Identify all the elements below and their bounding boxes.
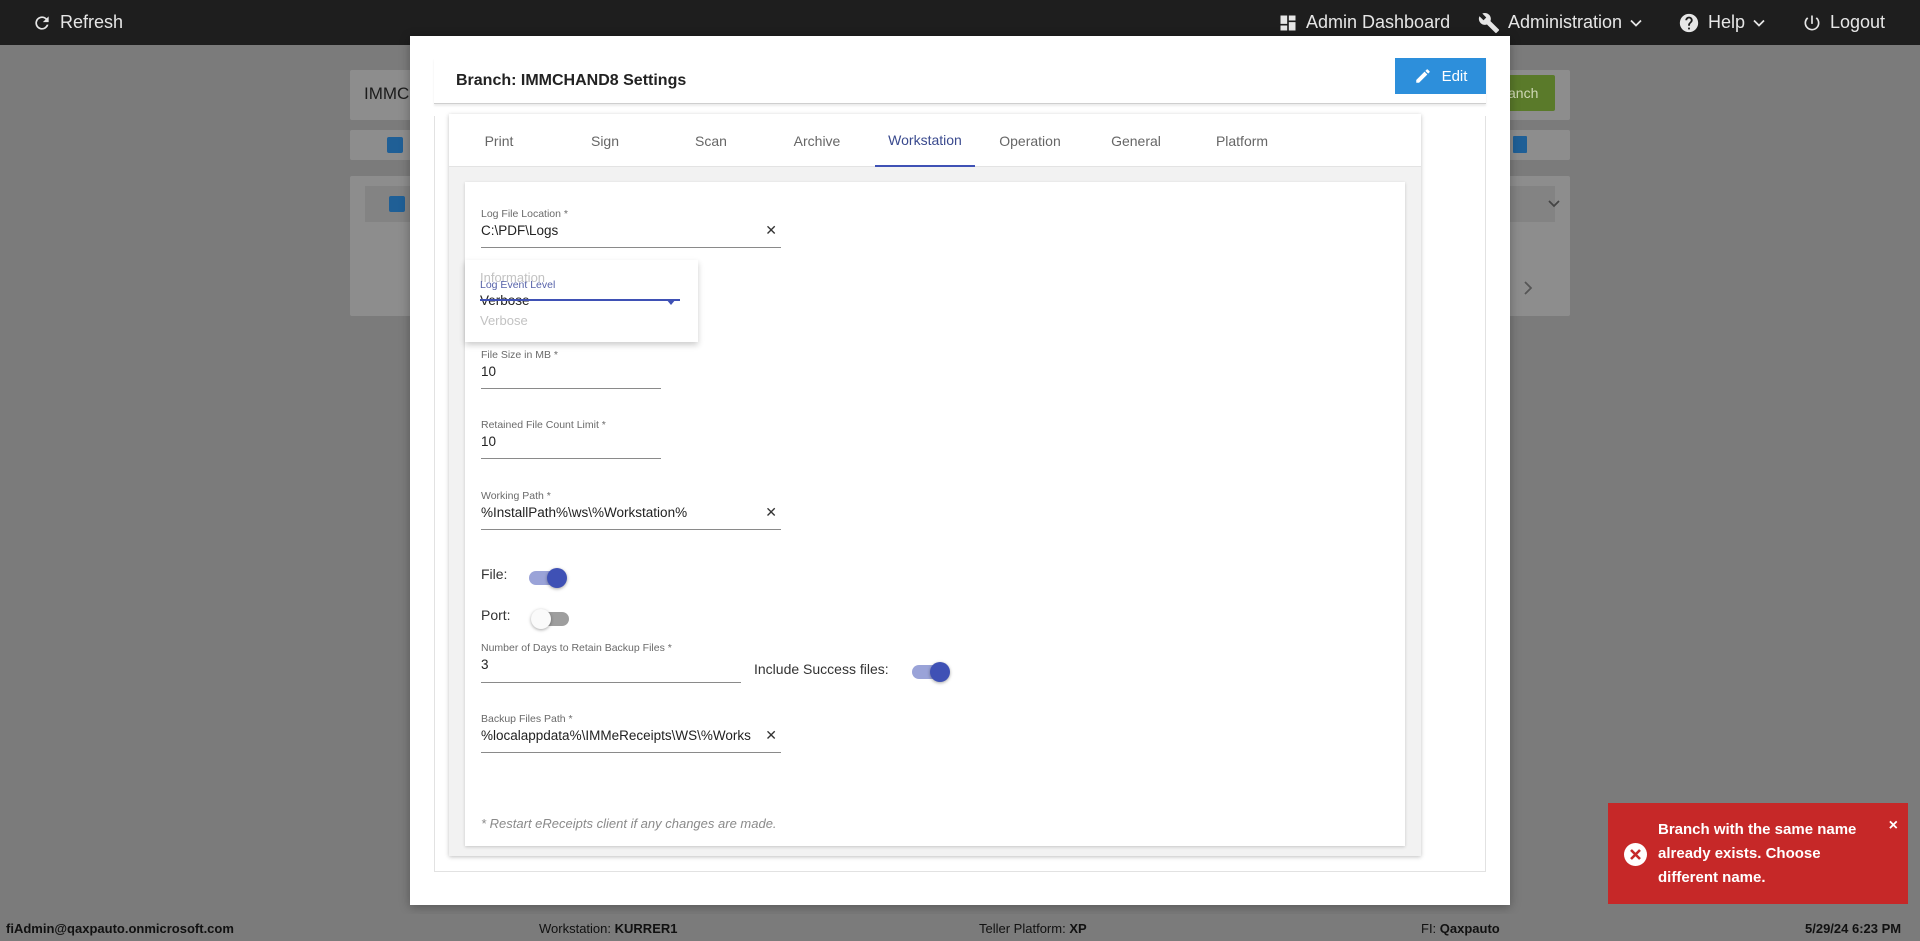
admin-dashboard-label: Admin Dashboard <box>1306 12 1451 32</box>
file-toggle[interactable] <box>529 568 567 588</box>
backup-path-input[interactable]: %localappdata%\IMMeReceipts\WS\%Works <box>481 728 761 743</box>
trash-icon <box>1513 136 1527 153</box>
file-size-field[interactable]: File Size in MB * 10 <box>481 349 661 389</box>
tab-print[interactable]: Print <box>449 114 549 167</box>
help-menu[interactable]: Help <box>1678 0 1765 45</box>
chevron-down-icon <box>1753 19 1765 27</box>
refresh-label: Refresh <box>60 12 124 32</box>
port-toggle-label: Port: <box>481 607 511 623</box>
log-file-location-label: Log File Location * <box>481 208 568 220</box>
port-toggle[interactable] <box>531 609 569 629</box>
chevron-down-icon <box>1630 19 1642 27</box>
branch-settings-modal: Branch: IMMCHAND8 Settings Edit Print Si… <box>410 36 1510 905</box>
tab-scan[interactable]: Scan <box>661 114 761 167</box>
chevron-right-icon <box>1524 281 1533 295</box>
status-datetime: 5/29/24 6:23 PM <box>1805 921 1902 936</box>
backup-path-field[interactable]: Backup Files Path * %localappdata%\IMMeR… <box>481 713 781 753</box>
backup-path-label: Backup Files Path * <box>481 713 573 725</box>
error-icon <box>1624 843 1647 866</box>
retained-file-count-label: Retained File Count Limit * <box>481 419 606 431</box>
workstation-form: Log File Location * C:\PDF\Logs ✕ Inform… <box>465 182 1405 846</box>
backup-days-field[interactable]: Number of Days to Retain Backup Files * … <box>481 642 741 683</box>
tab-workstation[interactable]: Workstation <box>875 114 975 167</box>
settings-tabs: Print Sign Scan Archive Workstation Oper… <box>449 114 1421 167</box>
logout-label: Logout <box>1830 12 1886 32</box>
restart-note: * Restart eReceipts client if any change… <box>481 816 777 831</box>
file-size-label: File Size in MB * <box>481 349 559 361</box>
include-success-label: Include Success files: <box>754 661 889 677</box>
log-file-location-input[interactable]: C:\PDF\Logs <box>481 223 756 238</box>
working-path-input[interactable]: %InstallPath%\ws\%Workstation% <box>481 505 756 520</box>
close-icon[interactable]: × <box>1889 817 1898 835</box>
retained-file-count-field[interactable]: Retained File Count Limit * 10 <box>481 419 661 459</box>
log-file-location-field[interactable]: Log File Location * C:\PDF\Logs ✕ <box>481 208 781 248</box>
status-workstation: Workstation: KURRER1 <box>539 921 678 936</box>
file-size-input[interactable]: 10 <box>481 364 496 379</box>
background-search-value: IMMC <box>364 84 410 103</box>
backup-days-label: Number of Days to Retain Backup Files * <box>481 642 672 654</box>
modal-title: Branch: IMMCHAND8 Settings <box>456 72 687 89</box>
power-icon <box>1804 15 1820 30</box>
status-bar: fiAdmin@qaxpauto.onmicrosoft.com Worksta… <box>0 914 1920 941</box>
refresh-icon <box>35 15 49 30</box>
clear-icon[interactable]: ✕ <box>765 504 777 521</box>
tab-general[interactable]: General <box>1086 114 1186 167</box>
clear-icon[interactable]: ✕ <box>765 727 777 744</box>
logout-button[interactable]: Logout <box>1802 0 1885 45</box>
chevron-down-icon <box>1548 200 1560 208</box>
include-success-toggle[interactable] <box>912 662 950 682</box>
edit-button[interactable]: Edit <box>1395 58 1486 94</box>
background-row-checkbox <box>389 196 405 212</box>
pencil-icon <box>1415 69 1430 83</box>
backup-days-input[interactable]: 3 <box>481 657 489 672</box>
tab-operation[interactable]: Operation <box>980 114 1080 167</box>
settings-panel: Print Sign Scan Archive Workstation Oper… <box>449 114 1421 856</box>
working-path-field[interactable]: Working Path * %InstallPath%\ws\%Worksta… <box>481 490 781 530</box>
tab-sign[interactable]: Sign <box>555 114 655 167</box>
error-toast: Branch with the same name already exists… <box>1608 803 1908 904</box>
modal-header: Branch: IMMCHAND8 Settings Edit <box>434 58 1486 104</box>
tab-platform[interactable]: Platform <box>1192 114 1292 167</box>
status-fi: FI: Qaxpauto <box>1421 921 1500 936</box>
toast-message: Branch with the same name already exists… <box>1658 821 1857 886</box>
refresh-button[interactable]: Refresh <box>32 0 123 45</box>
help-label: Help <box>1708 12 1746 32</box>
edit-label: Edit <box>1441 67 1468 85</box>
status-user: fiAdmin@qaxpauto.onmicrosoft.com <box>6 921 234 936</box>
clear-icon[interactable]: ✕ <box>765 222 777 239</box>
tab-archive[interactable]: Archive <box>767 114 867 167</box>
retained-file-count-input[interactable]: 10 <box>481 434 496 449</box>
log-event-level-select[interactable]: Log Event Level Verbose <box>480 279 680 325</box>
status-teller-platform: Teller Platform: XP <box>979 921 1087 936</box>
administration-label: Administration <box>1508 12 1623 32</box>
wrench-icon <box>1478 12 1500 33</box>
log-event-level-label: Log Event Level <box>480 279 556 291</box>
file-toggle-label: File: <box>481 566 508 582</box>
background-select-all-checkbox <box>387 137 403 153</box>
working-path-label: Working Path * <box>481 490 551 502</box>
dashboard-icon <box>1280 15 1296 30</box>
help-icon <box>1679 13 1699 32</box>
